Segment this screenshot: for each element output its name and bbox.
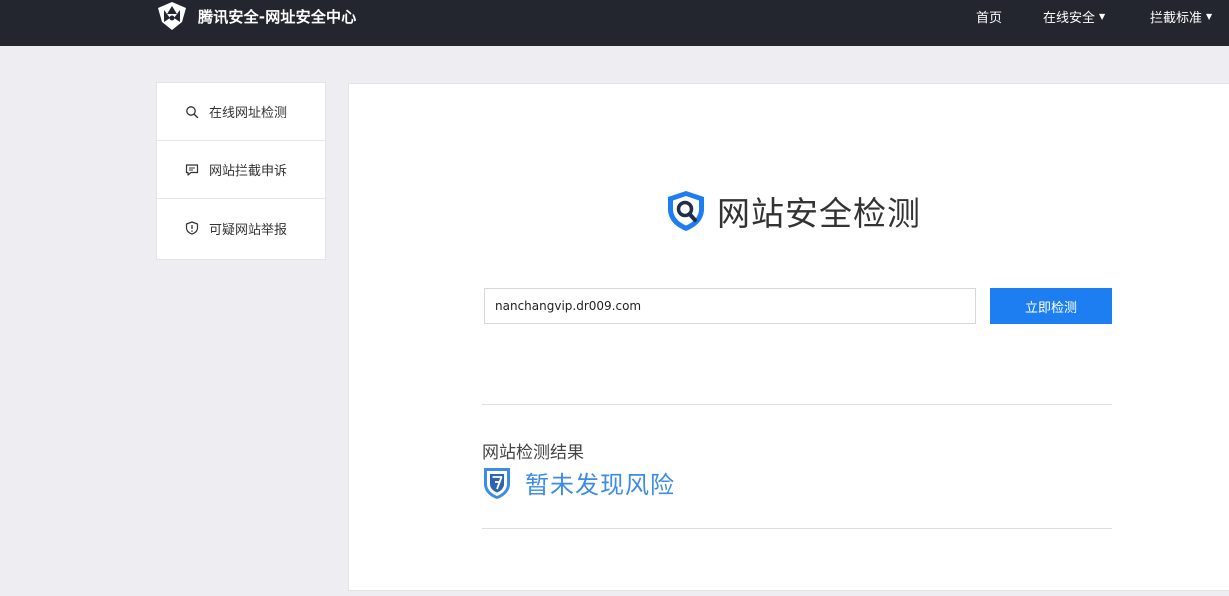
sidebar-item-report[interactable]: 可疑网站举报 xyxy=(157,199,325,257)
sidebar-item-label: 网站拦截申诉 xyxy=(209,164,288,179)
divider xyxy=(482,528,1112,529)
result-status: 暂未发现风险 xyxy=(482,465,675,500)
nav-block-standards[interactable]: 拦截标准 ▼ xyxy=(1150,0,1212,32)
sidebar-item-label: 在线网址检测 xyxy=(209,106,288,121)
divider xyxy=(482,404,1112,405)
url-input[interactable] xyxy=(484,288,976,324)
chevron-down-icon: ▼ xyxy=(1099,11,1106,21)
comment-icon xyxy=(185,163,199,176)
nav-home[interactable]: 首页 xyxy=(976,0,1002,32)
result-label: 网站检测结果 xyxy=(482,443,584,463)
nav-home-label: 首页 xyxy=(976,10,1003,26)
sidebar-item-appeal[interactable]: 网站拦截申诉 xyxy=(157,141,325,199)
nav-online-security[interactable]: 在线安全 ▼ xyxy=(1043,0,1105,32)
nav-online-security-label: 在线安全 xyxy=(1043,10,1096,26)
sidebar: 在线网址检测 网站拦截申诉 可疑网站举报 xyxy=(156,82,326,260)
page-title: 网站安全检测 xyxy=(717,194,921,233)
sidebar-item-url-check[interactable]: 在线网址检测 xyxy=(157,83,325,141)
hero-heading: 网站安全检测 xyxy=(663,187,921,235)
shield-alert-icon xyxy=(185,221,199,235)
brand-title: 腾讯安全-网址安全中心 xyxy=(198,7,357,26)
main-panel: 网站安全检测 立即检测 网站检测结果 暂未发现风险 xyxy=(348,83,1229,591)
tencent-security-logo-icon xyxy=(158,2,186,30)
top-header: 腾讯安全-网址安全中心 首页 在线安全 ▼ 拦截标准 ▼ xyxy=(0,0,1229,46)
shield-safe-icon xyxy=(484,467,510,499)
sidebar-item-label: 可疑网站举报 xyxy=(209,222,288,238)
search-icon xyxy=(186,105,199,118)
chevron-down-icon: ▼ xyxy=(1206,11,1213,21)
brand[interactable]: 腾讯安全-网址安全中心 xyxy=(155,0,356,32)
check-now-button[interactable]: 立即检测 xyxy=(990,288,1112,324)
result-status-text: 暂未发现风险 xyxy=(525,471,675,499)
nav-block-standards-label: 拦截标准 xyxy=(1150,10,1203,26)
shield-search-icon xyxy=(668,191,704,231)
